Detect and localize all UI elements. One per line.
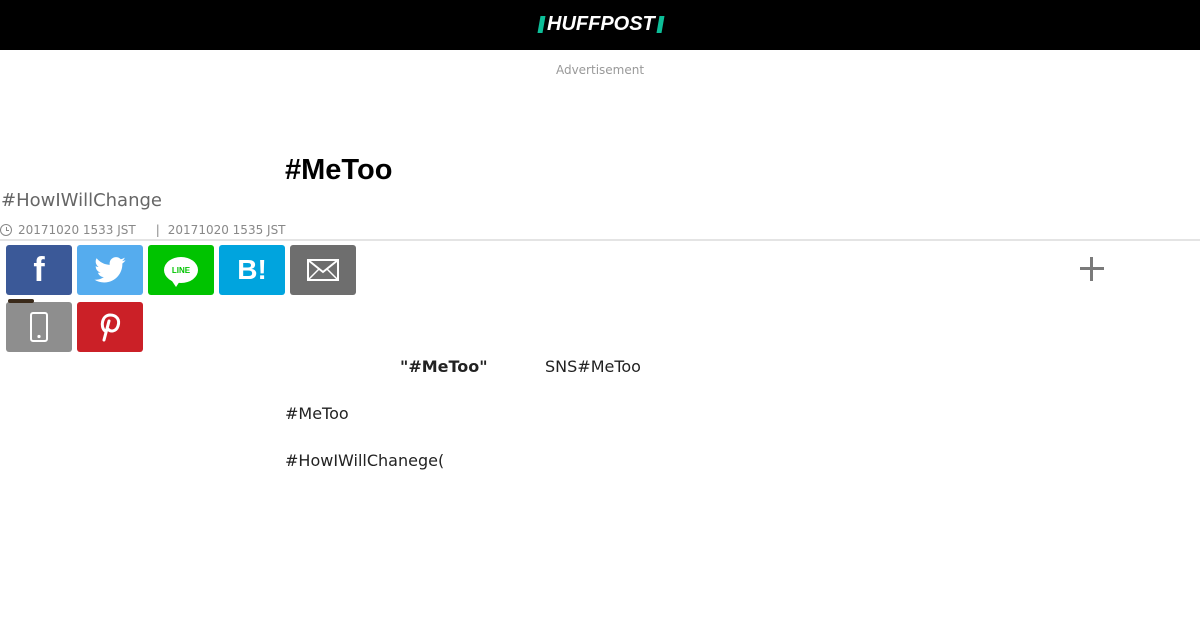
line-icon: LINE (164, 257, 198, 287)
facebook-share-button[interactable]: f (6, 245, 72, 295)
line-share-button[interactable]: LINE (148, 245, 214, 295)
logo-bar-left (537, 15, 546, 33)
share-bar-divider (0, 239, 1200, 241)
mobile-share-button[interactable] (6, 302, 72, 352)
article-timestamps: 20171020 1533 JST | 20171020 1535 JST (0, 222, 286, 238)
published-time: 20171020 1533 JST (18, 223, 136, 237)
updated-time: 20171020 1535 JST (167, 223, 286, 237)
article-subheadline: #HowIWillChange (1, 190, 162, 211)
plus-icon[interactable] (1078, 255, 1106, 283)
mail-icon (307, 259, 339, 281)
pinterest-icon (100, 313, 121, 342)
twitter-share-button[interactable] (77, 245, 143, 295)
logo-text: HUFFPOST (547, 13, 655, 35)
article-headline: #MeToo (285, 154, 393, 186)
facebook-icon: f (33, 251, 45, 289)
email-share-button[interactable] (290, 245, 356, 295)
paragraph-1-text: SNS#MeToo (545, 357, 641, 376)
pinterest-share-button[interactable] (77, 302, 143, 352)
huffpost-logo[interactable]: HUFFPOST (537, 12, 665, 36)
author-avatar (8, 299, 34, 303)
line-icon-label: LINE (171, 265, 191, 275)
advertisement-label: Advertisement (555, 63, 645, 77)
mobile-icon (30, 312, 48, 342)
site-header: HUFFPOST (0, 0, 1200, 50)
paragraph-1-bold: "#MeToo" (400, 357, 488, 376)
hatena-bookmark-icon: B! (237, 254, 267, 285)
paragraph-2-text: #MeToo (285, 404, 349, 423)
clock-icon (0, 224, 12, 236)
logo-bar-right (656, 15, 665, 33)
twitter-icon (94, 257, 126, 283)
paragraph-3-text: #HowIWillChanege( (285, 451, 445, 470)
timestamp-separator: | (155, 223, 160, 237)
hatena-bookmark-share-button[interactable]: B! (219, 245, 285, 295)
